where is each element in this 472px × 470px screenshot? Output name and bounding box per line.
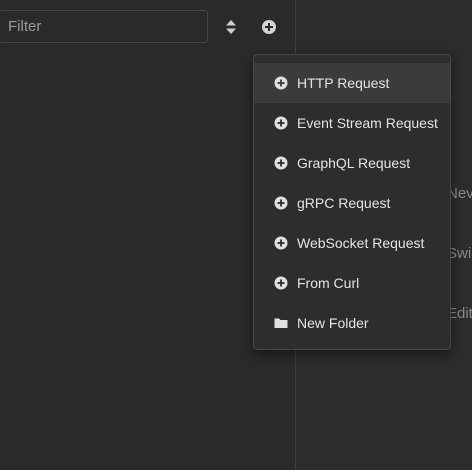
folder-icon [274, 316, 288, 330]
sort-button[interactable] [222, 17, 240, 37]
add-request-button[interactable] [259, 17, 279, 37]
menu-item-label: GraphQL Request [297, 155, 411, 171]
sort-icon [226, 20, 236, 34]
plus-circle-icon [262, 20, 276, 34]
plus-circle-icon [274, 156, 288, 170]
menu-item-new-folder[interactable]: New Folder [254, 303, 450, 343]
plus-circle-icon [274, 76, 288, 90]
menu-item-grpc-request[interactable]: gRPC Request [254, 183, 450, 223]
add-menu-dropdown: HTTP Request Event Stream Request GraphQ… [253, 54, 451, 350]
sidebar [0, 0, 296, 470]
menu-item-from-curl[interactable]: From Curl [254, 263, 450, 303]
menu-item-label: Event Stream Request [297, 115, 438, 131]
menu-item-websocket-request[interactable]: WebSocket Request [254, 223, 450, 263]
plus-circle-icon [274, 196, 288, 210]
plus-circle-icon [274, 236, 288, 250]
menu-item-label: New Folder [297, 315, 369, 331]
menu-item-event-stream-request[interactable]: Event Stream Request [254, 103, 450, 143]
plus-circle-icon [274, 116, 288, 130]
menu-item-http-request[interactable]: HTTP Request [254, 63, 450, 103]
menu-item-label: gRPC Request [297, 195, 391, 211]
app-window: Nev Swi Edit HTTP Request [0, 0, 472, 470]
filter-input[interactable] [0, 10, 208, 43]
menu-item-label: WebSocket Request [297, 235, 425, 251]
menu-item-label: HTTP Request [297, 75, 390, 91]
menu-item-graphql-request[interactable]: GraphQL Request [254, 143, 450, 183]
menu-item-label: From Curl [297, 275, 360, 291]
plus-circle-icon [274, 276, 288, 290]
